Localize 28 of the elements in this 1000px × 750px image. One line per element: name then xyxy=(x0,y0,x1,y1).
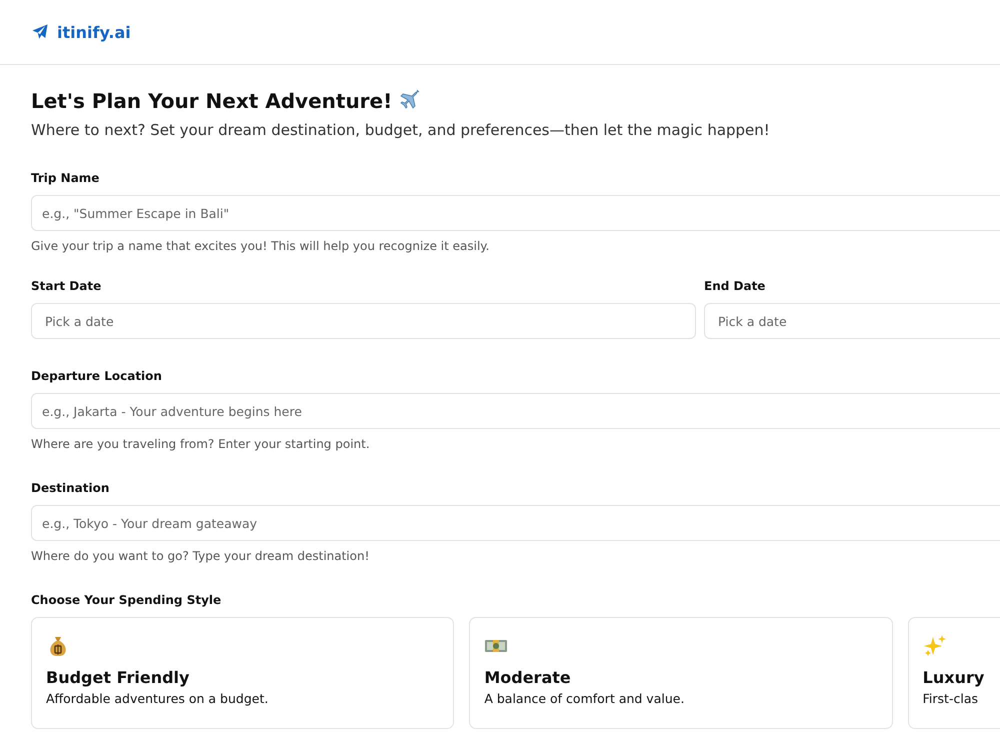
field-hint: Give your trip a name that excites you! This will help you recognize it easily. xyxy=(31,239,490,253)
spending-option-card[interactable]: Luxury First-clas xyxy=(908,617,1000,729)
field-label: End Date xyxy=(704,279,766,293)
date-input[interactable]: Pick a date xyxy=(31,303,696,339)
option-description: First-clas xyxy=(922,691,978,706)
option-title: Budget Friendly xyxy=(46,668,190,687)
field-label: Destination xyxy=(31,481,110,495)
field-label: Trip Name xyxy=(31,171,100,185)
trip-name-input[interactable]: e.g., "Summer Escape in Bali" xyxy=(31,195,1000,231)
location-input[interactable]: e.g., Jakarta - Your adventure begins here xyxy=(31,393,1000,429)
option-description: A balance of comfort and value. xyxy=(484,691,684,706)
sparkles-icon xyxy=(922,634,947,658)
location-input[interactable]: e.g., Tokyo - Your dream gateaway xyxy=(31,505,1000,541)
field-hint: Where do you want to go? Type your dream destination! xyxy=(31,549,370,563)
section-label: Choose Your Spending Style xyxy=(31,593,222,607)
page-title: Let's Plan Your Next Adventure! xyxy=(31,89,392,113)
page-subtitle: Where to next? Set your dream destination, budget, and preferences—then let the magic happen! xyxy=(31,121,771,139)
field-hint: Where are you traveling from? Enter your starting point. xyxy=(31,437,371,451)
spending-option-card[interactable]: Moderate A balance of comfort and value. xyxy=(469,617,893,729)
field-label: Start Date xyxy=(31,279,102,293)
option-title: Moderate xyxy=(484,668,571,687)
field-label: Departure Location xyxy=(31,369,163,383)
date-input[interactable]: Pick a date xyxy=(704,303,1000,339)
option-description: Affordable adventures on a budget. xyxy=(46,691,268,706)
option-title: Luxury xyxy=(922,668,984,687)
paper-plane-icon xyxy=(31,23,49,41)
spending-option-card[interactable]: Budget Friendly Affordable adventures on a budget. xyxy=(31,617,454,729)
brand-name[interactable]: itinify.ai xyxy=(57,22,131,42)
